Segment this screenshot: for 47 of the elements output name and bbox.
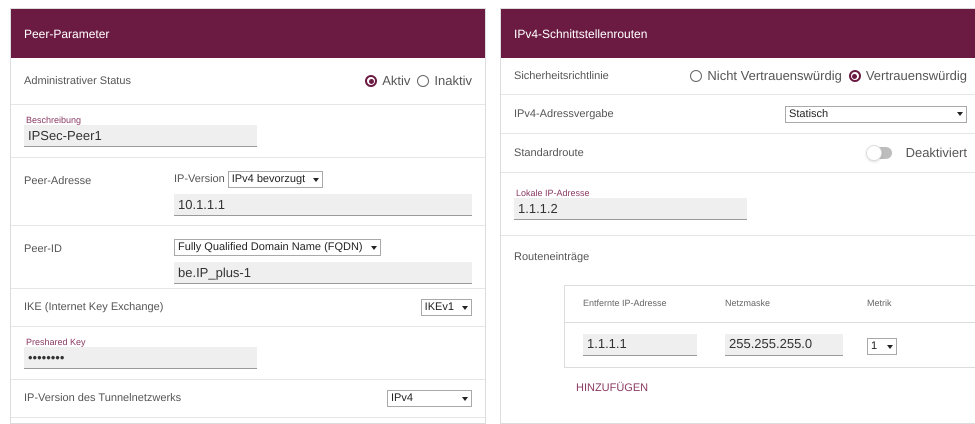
input-field[interactable]: 1.1.1.2 [514,198,747,220]
option-label: Aktiv [382,72,410,90]
caret-icon [313,178,320,182]
field-label: Administrativer Status [24,74,131,89]
add-link[interactable]: HINZUFÜGEN [576,380,648,396]
input-field[interactable]: 255.255.255.0 [725,334,843,356]
radio-button[interactable] [690,70,702,82]
radio-button[interactable] [365,75,378,87]
section-label: Routeneinträge [514,250,590,265]
input-field[interactable]: be.IP_plus-1 [174,262,472,284]
column-header: Netzmaske [725,296,772,310]
input-field[interactable]: •••••••• [24,347,257,369]
input-field[interactable]: IPSec-Peer1 [24,125,257,147]
input-field[interactable]: 1.1.1.1 [583,334,697,356]
caret-icon [887,344,893,348]
field-label: Standardroute [514,146,584,161]
dropdown[interactable]: 1 [867,338,897,355]
caret-icon [957,112,963,116]
column-header: Entfernte IP-Adresse [583,296,668,310]
toggle-state: Deaktiviert [906,144,967,162]
dropdown[interactable]: Fully Qualified Domain Name (FQDN) [174,239,381,256]
radio-button[interactable] [848,70,861,82]
input-field[interactable]: 10.1.1.1 [174,194,472,216]
option-label: Vertrauenswürdig [866,67,967,86]
option-label: Nicht Vertrauenswürdig [707,67,842,86]
floating-label: Lokale IP-Adresse [515,188,591,198]
caret-icon [370,246,377,250]
column-header: Metrik [867,296,892,310]
field-label: IPv4-Adressvergabe [514,106,614,122]
floating-label: Preshared Key [25,337,87,347]
caret-icon [462,306,468,310]
dropdown[interactable]: IKEv1 [420,299,472,316]
field-label: IP-Version [174,172,225,188]
dropdown[interactable]: IPv4 [387,390,472,407]
option-label: Inaktiv [434,72,472,90]
field-label: Peer-Adresse [24,174,92,189]
panel-title: IPv4-Schnittstellenrouten [514,26,648,42]
panel-title: Peer-Parameter [24,26,110,42]
caret-icon [462,396,468,400]
field-label: IP-Version des Tunnelnetzwerks [24,391,182,406]
field-label: Peer-ID [24,242,63,257]
field-label: IKE (Internet Key Exchange) [24,300,164,316]
field-label: Sicherheitsrichtlinie [514,68,609,84]
dropdown[interactable]: IPv4 bevorzugt [228,171,324,188]
dropdown[interactable]: Statisch [785,106,967,122]
radio-button[interactable] [417,75,430,87]
floating-label: Beschreibung [25,115,82,125]
